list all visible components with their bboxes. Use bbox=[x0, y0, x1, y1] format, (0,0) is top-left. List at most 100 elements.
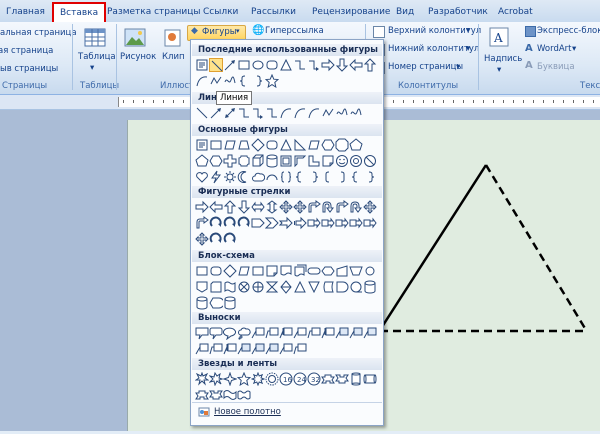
shape-seal-icon[interactable] bbox=[265, 372, 279, 386]
shape-da-icon[interactable] bbox=[335, 58, 349, 72]
quick-parts-button[interactable]: Экспресс-блоки bbox=[537, 26, 600, 36]
shape-lbrace-icon[interactable] bbox=[349, 170, 363, 184]
tab-references[interactable]: Ссылки bbox=[203, 4, 238, 20]
shape-bent-icon[interactable] bbox=[195, 216, 209, 230]
shape-lbrack-icon[interactable] bbox=[321, 170, 335, 184]
shape-rect-icon[interactable] bbox=[209, 138, 223, 152]
shape-plaque-icon[interactable] bbox=[237, 154, 251, 168]
shape-rbrace-icon[interactable] bbox=[307, 170, 321, 184]
shape-stored-icon[interactable] bbox=[321, 280, 335, 294]
shape-callacc-icon[interactable] bbox=[279, 326, 293, 340]
shape-callline2-icon[interactable] bbox=[209, 342, 223, 356]
shape-ra-icon[interactable] bbox=[321, 58, 335, 72]
shape-sun-icon[interactable] bbox=[223, 170, 237, 184]
hyperlink-button[interactable]: Гиперссылка bbox=[265, 26, 324, 36]
shape-pent-icon[interactable] bbox=[349, 138, 363, 152]
shape-para-icon[interactable] bbox=[307, 138, 321, 152]
shape-callov-icon[interactable] bbox=[223, 326, 237, 341]
shape-textbox-icon[interactable] bbox=[195, 138, 209, 152]
shape-quad-icon[interactable] bbox=[195, 232, 209, 246]
shape-lbrace-icon[interactable] bbox=[237, 74, 251, 88]
shape-moon-icon[interactable] bbox=[237, 170, 251, 184]
shape-callR-icon[interactable] bbox=[307, 216, 321, 230]
shape-dwave-icon[interactable] bbox=[237, 388, 251, 402]
shape-lshape-icon[interactable] bbox=[307, 154, 321, 168]
shape-trap-icon[interactable] bbox=[237, 138, 251, 152]
shape-uda-icon[interactable] bbox=[265, 200, 279, 214]
shape-scribble-icon[interactable] bbox=[223, 74, 237, 88]
shape-quad-icon[interactable] bbox=[279, 200, 293, 214]
shape-disk-icon[interactable] bbox=[195, 296, 209, 310]
page-number-button[interactable]: Номер страницы bbox=[388, 62, 463, 72]
shape-pentarrow-icon[interactable] bbox=[251, 216, 265, 230]
shape-rrect-icon[interactable] bbox=[209, 264, 223, 278]
picture-button-label[interactable]: Рисунок bbox=[120, 52, 156, 62]
shape-curve-icon[interactable] bbox=[195, 74, 209, 88]
shape-callbord-icon[interactable] bbox=[335, 326, 349, 340]
tab-review[interactable]: Рецензирование bbox=[312, 4, 390, 20]
shape-elbowa-icon[interactable] bbox=[251, 106, 265, 120]
shape-fold-icon[interactable] bbox=[321, 154, 335, 168]
shape-callrr-icon[interactable] bbox=[209, 326, 223, 340]
shape-star5-icon[interactable] bbox=[264, 73, 280, 89]
shape-seal2-icon[interactable]: 16 bbox=[279, 372, 293, 386]
shape-oct-icon[interactable] bbox=[335, 138, 349, 152]
shape-tape-icon[interactable] bbox=[223, 280, 237, 294]
shape-smiley-icon[interactable] bbox=[335, 154, 349, 168]
table-button-label[interactable]: Таблица bbox=[78, 52, 116, 62]
shape-rrect-icon[interactable] bbox=[265, 58, 279, 72]
shape-callR-icon[interactable] bbox=[335, 216, 349, 230]
blank-page-button[interactable]: ая страница bbox=[0, 46, 53, 56]
shape-uturn-icon[interactable] bbox=[349, 200, 363, 214]
page-break-button[interactable]: ыв страницы bbox=[0, 64, 58, 74]
shape-ua-icon[interactable] bbox=[363, 58, 377, 72]
shape-rtri-icon[interactable] bbox=[293, 138, 307, 152]
shape-manin-icon[interactable] bbox=[335, 264, 349, 278]
table-icon[interactable] bbox=[84, 28, 106, 48]
shape-hex-icon[interactable] bbox=[209, 154, 223, 168]
triangle-left-side[interactable] bbox=[378, 164, 488, 331]
shape-rbrace-icon[interactable] bbox=[251, 74, 265, 88]
shape-rect-icon[interactable] bbox=[237, 58, 251, 72]
shape-diamond-icon[interactable] bbox=[223, 264, 237, 278]
shape-cube-icon[interactable] bbox=[251, 154, 265, 168]
cover-page-button[interactable]: альная страница bbox=[0, 28, 77, 38]
shape-rect-icon[interactable] bbox=[195, 264, 209, 278]
shape-chevron-icon[interactable] bbox=[264, 216, 279, 230]
shape-callbord-icon[interactable] bbox=[237, 342, 251, 356]
shape-circarrow-icon[interactable] bbox=[237, 216, 251, 230]
shape-tri-icon[interactable] bbox=[279, 58, 293, 72]
shape-seq-icon[interactable] bbox=[349, 280, 363, 294]
shape-callbord-icon[interactable] bbox=[265, 342, 279, 356]
shape-circarrow-icon[interactable] bbox=[223, 232, 237, 246]
shape-lra-icon[interactable] bbox=[251, 200, 265, 214]
clipart-button-label[interactable]: Клип bbox=[162, 52, 185, 62]
tab-home[interactable]: Главная bbox=[6, 4, 45, 20]
shape-scrollh-icon[interactable] bbox=[363, 372, 377, 386]
tab-view[interactable]: Вид bbox=[396, 4, 414, 20]
shape-bracket-icon[interactable] bbox=[279, 170, 293, 184]
shape-sumj-icon[interactable] bbox=[237, 280, 251, 294]
shape-merge-icon[interactable] bbox=[307, 280, 321, 294]
shape-callR-icon[interactable] bbox=[321, 216, 335, 230]
shape-la-icon[interactable] bbox=[349, 58, 363, 72]
shape-scribble-icon[interactable] bbox=[349, 106, 363, 120]
shape-callcloud-icon[interactable] bbox=[237, 326, 251, 340]
shape-callR-icon[interactable] bbox=[349, 216, 363, 230]
shape-display-icon[interactable] bbox=[209, 296, 225, 310]
shape-seal4-icon[interactable]: 32 bbox=[307, 372, 321, 386]
textbox-icon[interactable]: A bbox=[488, 26, 510, 47]
shape-circarrow-icon[interactable] bbox=[209, 216, 223, 230]
tab-mailings[interactable]: Рассылки bbox=[251, 4, 296, 20]
new-canvas-item[interactable]: Новое полотно bbox=[192, 402, 382, 423]
shape-lbrace-icon[interactable] bbox=[293, 170, 307, 184]
shape-frame-icon[interactable] bbox=[279, 154, 293, 168]
shape-line-icon[interactable] bbox=[195, 106, 209, 120]
shape-da-icon[interactable] bbox=[237, 200, 251, 214]
shape-ribbonup-icon[interactable] bbox=[195, 388, 209, 402]
shape-disk-icon[interactable] bbox=[363, 280, 377, 294]
shape-card-icon[interactable] bbox=[209, 280, 223, 294]
wordart-button[interactable]: WordArt bbox=[537, 44, 572, 54]
shape-donut-icon[interactable] bbox=[349, 154, 363, 168]
shape-term-icon[interactable] bbox=[307, 264, 321, 278]
